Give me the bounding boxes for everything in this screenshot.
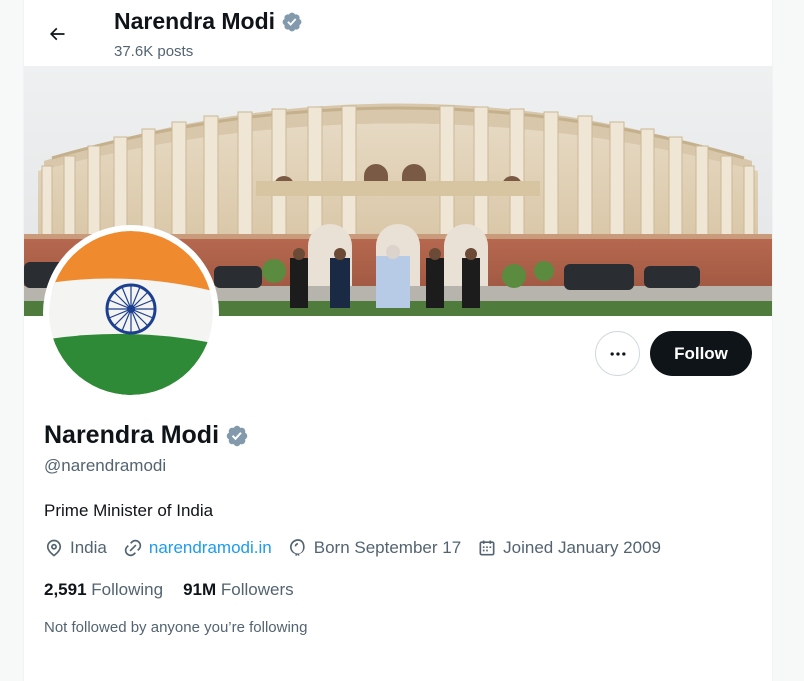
back-button[interactable]: [40, 17, 74, 51]
verified-badge-icon: [281, 11, 303, 33]
following-link[interactable]: 2,591 Following: [44, 580, 163, 600]
follow-stats: 2,591 Following 91M Followers: [44, 580, 294, 600]
location-text: India: [70, 538, 107, 557]
profile-name-row: Narendra Modi: [44, 421, 249, 450]
birthday-text: Born September 17: [313, 538, 462, 557]
joined-item: Joined January 2009: [477, 538, 661, 558]
arrow-left-icon: [49, 27, 65, 41]
page-background-left: [0, 0, 24, 681]
not-followed-note: Not followed by anyone you’re following: [44, 619, 308, 636]
profile-handle: @narendramodi: [44, 456, 167, 475]
location-pin-icon: [46, 539, 62, 557]
page-background-right: [772, 0, 804, 681]
header-post-count: 37.6K posts: [114, 43, 194, 60]
birthday-item: Born September 17: [288, 538, 461, 558]
followers-label: Followers: [220, 580, 294, 599]
profile-name: Narendra Modi: [44, 421, 220, 449]
header-name: Narendra Modi: [114, 8, 276, 34]
link-icon: [124, 539, 142, 557]
more-options-button[interactable]: [595, 331, 640, 376]
website-item: narendramodi.in: [123, 538, 272, 558]
following-label: Following: [91, 580, 164, 599]
header-title: Narendra Modi: [114, 8, 303, 35]
profile-meta: India narendramodi.in Born September 17 …: [44, 538, 661, 558]
follow-button[interactable]: Follow: [650, 331, 752, 376]
balloon-icon: [289, 539, 305, 556]
followers-count: 91M: [183, 580, 217, 599]
indian-flag-avatar: [49, 231, 213, 395]
avatar[interactable]: [43, 225, 219, 401]
location-item: India: [44, 538, 107, 558]
following-count: 2,591: [44, 580, 87, 599]
followers-link[interactable]: 91M Followers: [183, 580, 294, 600]
joined-text: Joined January 2009: [503, 538, 661, 557]
website-link[interactable]: narendramodi.in: [149, 538, 272, 558]
more-dots-icon: [610, 351, 625, 356]
verified-badge-icon[interactable]: [225, 424, 249, 448]
calendar-icon: [479, 540, 495, 556]
profile-bio: Prime Minister of India: [44, 501, 214, 520]
